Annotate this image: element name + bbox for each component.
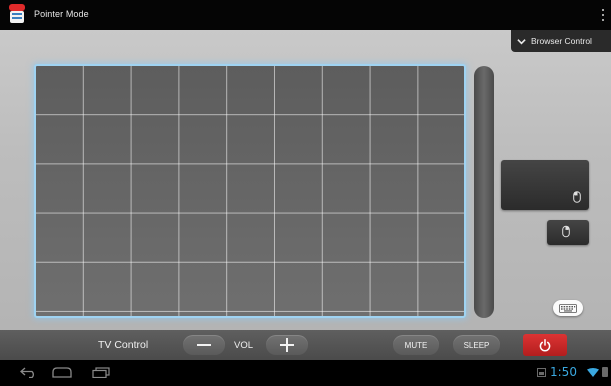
minus-icon [197,344,211,346]
plus-icon [280,338,294,352]
touchpad[interactable] [34,64,466,318]
browser-control-label: Browser Control [531,36,592,46]
volume-label: VOL [234,340,254,351]
screenshot-icon [537,368,546,377]
tv-control-label: TV Control [98,339,149,351]
overflow-menu-icon[interactable] [602,9,605,21]
volume-up-button[interactable] [266,335,308,355]
mouse-icon [562,225,570,238]
chevron-down-icon [517,38,526,44]
system-nav-bar: 1:50 [0,360,611,386]
sleep-button[interactable]: SLEEP [453,335,500,355]
keyboard-icon [559,303,577,313]
power-button[interactable] [523,334,567,356]
main-area: Browser Control [0,30,611,330]
recents-icon[interactable] [92,367,110,378]
right-click-button[interactable] [547,220,589,245]
mouse-icon [573,191,581,203]
tv-control-bar: TV Control VOL MUTE SLEEP [0,330,611,360]
back-icon[interactable] [20,366,38,378]
mute-button[interactable]: MUTE [393,335,439,355]
browser-control-button[interactable]: Browser Control [511,30,611,52]
clock: 1:50 [550,365,577,379]
action-bar: Pointer Mode [0,0,611,30]
wifi-icon [587,368,599,377]
home-icon[interactable] [51,367,73,378]
remote-icon[interactable] [7,3,27,25]
power-icon [539,338,551,351]
battery-icon [602,367,608,377]
volume-down-button[interactable] [183,335,225,355]
left-click-button[interactable] [501,160,589,210]
app-title: Pointer Mode [34,9,89,19]
keyboard-button[interactable] [553,300,583,316]
scroll-strip[interactable] [474,66,494,318]
